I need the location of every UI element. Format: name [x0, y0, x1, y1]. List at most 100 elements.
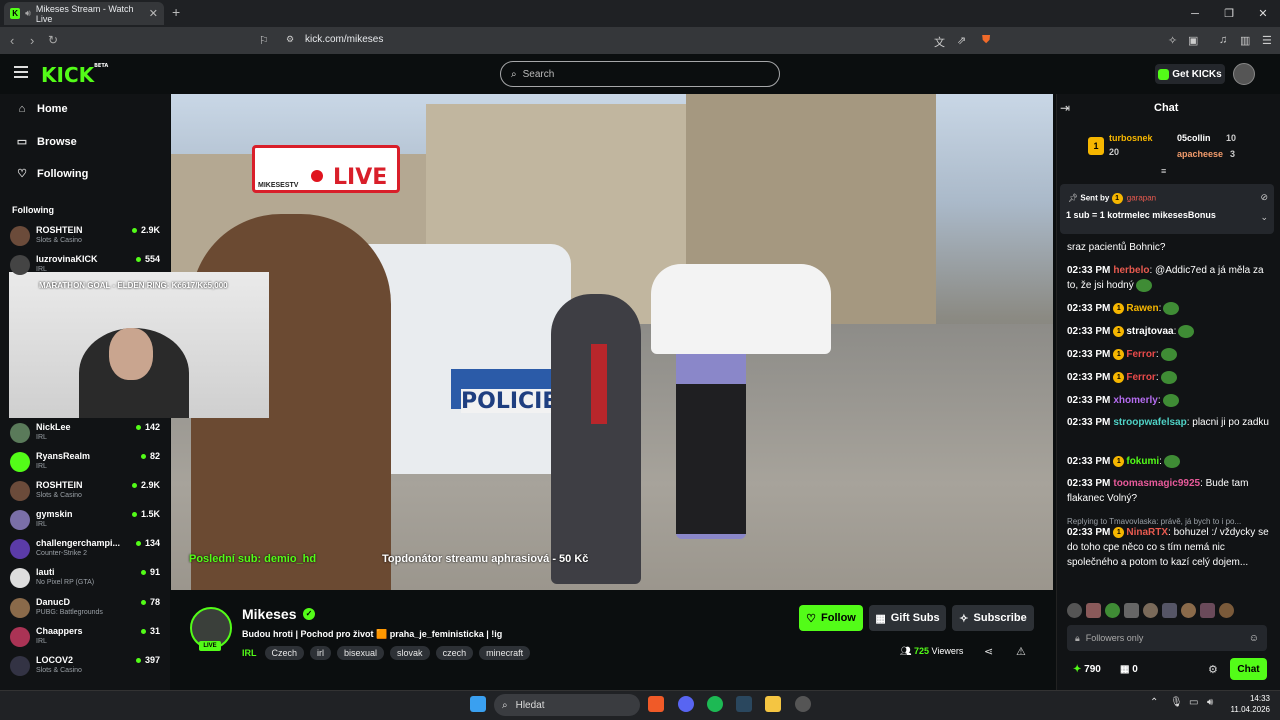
chat-username[interactable]: Ferror [1126, 349, 1155, 360]
tab-close-icon[interactable]: ✕ [149, 7, 158, 20]
media-icon[interactable]: ♫ [1219, 34, 1227, 46]
maximize-icon[interactable]: ❐ [1212, 0, 1246, 27]
stream-tag[interactable]: Czech [264, 646, 305, 660]
following-channel-item[interactable]: gymskin IRL 1.5K [10, 508, 160, 534]
reload-icon[interactable]: ↻ [48, 33, 58, 47]
tab-search-icon[interactable]: ▣ [1188, 34, 1198, 47]
microphone-icon[interactable]: 🎙︎ [1170, 697, 1183, 708]
window-close-icon[interactable]: ✕ [1246, 0, 1280, 27]
pinned-sender[interactable]: garapan [1127, 194, 1156, 203]
following-channel-item[interactable]: LOCOV2 Slots & Casino 397 [10, 654, 160, 680]
emote-icon[interactable] [1143, 603, 1158, 618]
get-kicks-button[interactable]: Get KICKs [1155, 64, 1225, 84]
emote-icon[interactable] [1067, 603, 1082, 618]
stream-category[interactable]: IRL [242, 648, 257, 658]
sub-badge-icon: 1 [1113, 348, 1125, 360]
browser-tab[interactable]: K 🔊︎ Mikeses Stream - Watch Live ✕ [4, 2, 164, 25]
file-explorer-icon[interactable] [765, 696, 781, 712]
following-channel-item[interactable]: lauti No Pixel RP (GTA) 91 [10, 566, 160, 592]
menu-icon[interactable]: ☰ [1262, 34, 1272, 47]
volume-icon[interactable]: 🔊︎ [1207, 697, 1213, 708]
following-channel-item[interactable]: challengerchampi... Counter-Strike 2 134 [10, 537, 160, 563]
bookmark-icon[interactable]: ⚐ [259, 34, 269, 47]
steam-icon[interactable] [736, 696, 752, 712]
gift-subs-button[interactable]: ▦ Gift Subs [869, 605, 946, 631]
gift-count[interactable]: ▦ 0 [1120, 664, 1138, 675]
stream-tag[interactable]: czech [435, 646, 474, 660]
subscribe-button[interactable]: ✧ Subscribe [952, 605, 1034, 631]
sidebar-nav-home[interactable]: ⌂ Home [16, 103, 68, 115]
search-input[interactable]: ⌕ Search [500, 61, 780, 87]
unpin-icon[interactable]: ⊘ [1260, 192, 1268, 203]
chevron-down-icon[interactable]: ⌄ [1260, 212, 1268, 223]
url-field[interactable]: kick.com/mikeses [305, 34, 383, 45]
back-icon[interactable]: ‹ [10, 33, 14, 48]
expand-leaderboard-icon[interactable]: ≡ [1161, 166, 1166, 176]
chat-username[interactable]: NinaRTX [1126, 527, 1168, 538]
emote-icon[interactable] [1124, 603, 1139, 618]
kick-logo[interactable]: KICKBETA [41, 63, 108, 87]
brave-icon[interactable] [648, 696, 664, 712]
chat-username[interactable]: Ferror [1126, 372, 1155, 383]
sidebar-nav-browse[interactable]: ▭ Browse [16, 135, 77, 149]
discord-icon[interactable] [678, 696, 694, 712]
chat-send-button[interactable]: Chat [1230, 658, 1267, 680]
leaderboard-user-3[interactable]: apacheese [1177, 149, 1223, 159]
extensions-icon[interactable]: ✧ [1168, 34, 1177, 47]
emote-icon[interactable] [1086, 603, 1101, 618]
chat-username[interactable]: herbelo [1113, 265, 1149, 276]
following-channel-item[interactable]: luzrovinaKICK IRL 554 [10, 253, 160, 279]
brave-shield-icon[interactable]: ⛊ [982, 34, 990, 47]
emote-icon[interactable] [1105, 603, 1120, 618]
start-icon[interactable] [470, 696, 486, 712]
translate-icon[interactable]: 文 [934, 34, 945, 50]
user-avatar[interactable] [1233, 63, 1255, 85]
site-info-icon[interactable]: ⚙ [286, 34, 294, 45]
chat-username[interactable]: Rawen [1126, 303, 1158, 314]
following-channel-item[interactable]: Chaappers IRL 31 [10, 625, 160, 651]
following-channel-item[interactable]: ROSHTEIN Slots & Casino 2.9K [10, 224, 160, 250]
network-icon[interactable]: ▭ [1189, 697, 1198, 708]
follow-button[interactable]: ♡ Follow [799, 605, 863, 631]
sidebar-toggle-icon[interactable]: ▥ [1240, 34, 1250, 47]
chat-text: sraz pacientů Bohnic? [1067, 242, 1166, 253]
new-tab-button[interactable]: + [172, 4, 180, 20]
channel-name[interactable]: Mikeses [242, 606, 296, 622]
leaderboard-user-2[interactable]: 05collin [1177, 133, 1211, 143]
emote-icon[interactable] [1181, 603, 1196, 618]
chat-username[interactable]: xhomerly [1113, 395, 1157, 406]
leaderboard-user-1[interactable]: turbosnek [1109, 133, 1153, 143]
minimize-icon[interactable]: ─ [1178, 0, 1212, 27]
following-channel-item[interactable]: DanucD PUBG: Battlegrounds 78 [10, 596, 160, 622]
emote-icon[interactable] [1200, 603, 1215, 618]
stream-tag[interactable]: irl [310, 646, 332, 660]
chat-username[interactable]: strajtovaa [1126, 326, 1173, 337]
system-clock[interactable]: 14:33 11.04.2026 [1230, 693, 1270, 715]
emote-picker-icon[interactable]: ☺ [1249, 633, 1259, 644]
spotify-icon[interactable] [707, 696, 723, 712]
obs-icon[interactable] [795, 696, 811, 712]
share-icon[interactable]: ⋖ [984, 645, 993, 658]
stream-tag[interactable]: slovak [390, 646, 430, 660]
chat-username[interactable]: toomasmagic9925 [1113, 478, 1200, 489]
following-channel-item[interactable]: RyansRealm IRL 82 [10, 450, 160, 476]
stream-tag[interactable]: minecraft [479, 646, 531, 660]
emote-icon[interactable] [1219, 603, 1234, 618]
emote-icon[interactable] [1162, 603, 1177, 618]
kick-points[interactable]: ✦ 790 [1073, 664, 1101, 675]
chat-settings-icon[interactable]: ⚙ [1208, 663, 1218, 676]
stream-tag[interactable]: bisexual [337, 646, 385, 660]
sidebar-nav-following[interactable]: ♡ Following [16, 167, 88, 181]
hamburger-menu-icon[interactable] [14, 66, 28, 81]
chat-username[interactable]: fokumi [1126, 456, 1159, 467]
tray-chevron-icon[interactable]: ⌃ [1150, 697, 1158, 708]
following-channel-item[interactable]: NickLee IRL 142 [10, 421, 160, 447]
taskbar-search[interactable]: ⌕ Hledat [494, 694, 640, 716]
share-page-icon[interactable]: ⇗ [957, 34, 966, 47]
chat-input[interactable]: 🔒︎ Followers only ☺ [1067, 625, 1267, 651]
following-channel-item[interactable]: ROSHTEIN Slots & Casino 2.9K [10, 479, 160, 505]
chat-username[interactable]: stroopwafelsap [1113, 417, 1186, 428]
forward-icon[interactable]: › [30, 33, 34, 48]
collapse-chat-icon[interactable]: ⇥ [1060, 101, 1070, 115]
report-icon[interactable]: ⚠ [1016, 645, 1026, 658]
